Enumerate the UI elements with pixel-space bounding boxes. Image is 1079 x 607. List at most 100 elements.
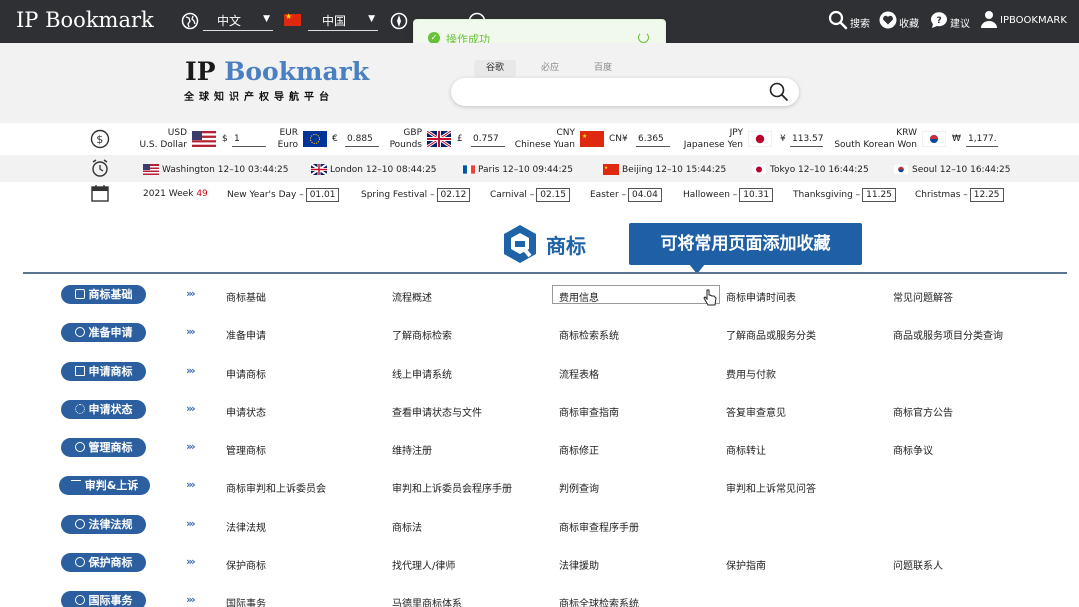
category-link[interactable]: 线上申请系统 xyxy=(392,366,452,381)
search-tab-baidu[interactable]: 百度 xyxy=(582,60,624,77)
category-link[interactable]: 商标争议 xyxy=(893,442,933,457)
category-link[interactable]: 商标全球检索系统 xyxy=(559,595,639,607)
category-link[interactable]: 国际事务 xyxy=(226,595,266,607)
category-button-protect[interactable]: 保护商标 xyxy=(61,553,146,572)
currency-symbol: CN¥ xyxy=(609,134,628,144)
category-link[interactable]: 审判和上诉委员会程序手册 xyxy=(392,480,512,495)
category-link[interactable]: 管理商标 xyxy=(226,442,266,457)
china-flag-icon: ★ xyxy=(603,164,619,175)
category-button-appeal[interactable]: 审判&上诉 xyxy=(59,476,150,495)
chevrons-right-icon: ››› xyxy=(186,517,196,530)
currency-input-krw[interactable]: 1,177. xyxy=(966,131,998,147)
category-link[interactable]: 申请商标 xyxy=(226,366,266,381)
category-link[interactable]: 审判和上诉常见问答 xyxy=(726,480,816,495)
category-link[interactable]: 商标修正 xyxy=(559,442,599,457)
holiday-name: Halloween – xyxy=(683,190,738,200)
site-logo[interactable]: IP Bookmark xyxy=(185,57,369,86)
holiday-date: 01.01 xyxy=(305,188,340,202)
currency-symbol: ¥ xyxy=(780,134,786,144)
category-link[interactable]: 问题联系人 xyxy=(893,557,943,572)
chevrons-right-icon: ››› xyxy=(186,287,196,300)
category-link[interactable]: 商标审查指南 xyxy=(559,404,619,419)
book-icon xyxy=(74,289,85,299)
category-link[interactable]: 保护指南 xyxy=(726,557,766,572)
china-flag-icon xyxy=(284,12,301,26)
category-button-status[interactable]: 申请状态 xyxy=(61,400,146,419)
category-link[interactable]: 准备申请 xyxy=(226,327,266,342)
category-button-manage[interactable]: 管理商标 xyxy=(61,438,146,457)
logo-subtitle: 全球知识产权导航平台 xyxy=(184,92,334,103)
category-link[interactable]: 答复审查意见 xyxy=(726,404,786,419)
category-link[interactable]: 查看申请状态与文件 xyxy=(392,404,482,419)
refresh-icon xyxy=(74,557,85,567)
category-link[interactable]: 马德里商标体系 xyxy=(392,595,462,607)
currency-input-jpy[interactable]: 113.57 xyxy=(790,131,823,147)
currency-input-eur[interactable]: 0.885 xyxy=(345,131,379,147)
category-link[interactable]: 商标官方公告 xyxy=(893,404,953,419)
category-link[interactable]: 法律援助 xyxy=(559,557,599,572)
people-icon xyxy=(74,519,85,529)
category-button-international[interactable]: 国际事务 xyxy=(61,591,146,607)
search-tab-bing[interactable]: 必应 xyxy=(529,60,571,77)
country-select[interactable]: 中国 ▼ xyxy=(308,11,378,31)
category-link[interactable]: 费用与付款 xyxy=(726,366,776,381)
category-link[interactable]: 流程表格 xyxy=(559,366,599,381)
search-icon[interactable] xyxy=(769,82,789,102)
currency-input-cny[interactable]: 6.365 xyxy=(636,131,670,147)
category-link[interactable]: 维持注册 xyxy=(392,442,432,457)
holiday-easter: Easter –04.04 xyxy=(590,188,662,202)
category-link[interactable]: 法律法规 xyxy=(226,519,266,534)
category-link[interactable]: 保护商标 xyxy=(226,557,266,572)
category-link[interactable]: 判例查询 xyxy=(559,480,599,495)
scales-icon xyxy=(70,480,81,490)
holiday-date: 02.15 xyxy=(536,188,571,202)
globe-icon xyxy=(181,12,199,30)
category-button-prepare[interactable]: 准备申请 xyxy=(61,323,146,342)
chevrons-right-icon: ››› xyxy=(186,593,196,606)
category-link[interactable]: 商标审判和上诉委员会 xyxy=(226,480,326,495)
category-link[interactable]: 商标法 xyxy=(392,519,422,534)
korea-flag-icon xyxy=(922,131,946,147)
category-link[interactable]: 商标申请时间表 xyxy=(726,289,796,304)
search-tab-google[interactable]: 谷歌 xyxy=(474,60,516,77)
clock-beijing: ★ Beijing 12–10 15:44:25 xyxy=(603,164,726,175)
category-link[interactable]: 商标审查程序手册 xyxy=(559,519,639,534)
category-link[interactable]: 商品或服务项目分类查询 xyxy=(893,327,1003,342)
category-button-law[interactable]: 法律法规 xyxy=(61,515,146,534)
category-link[interactable]: 商标转让 xyxy=(726,442,766,457)
category-link[interactable]: 流程概述 xyxy=(392,289,432,304)
category-link[interactable]: 找代理人/律师 xyxy=(392,557,455,572)
uk-flag-icon xyxy=(311,164,327,175)
currency-input-gbp[interactable]: 0.757 xyxy=(471,131,505,147)
chat-bubble-icon[interactable]: ? xyxy=(929,11,949,29)
search-icon[interactable] xyxy=(828,10,848,30)
heart-icon[interactable] xyxy=(879,11,897,29)
category-button-apply[interactable]: 申请商标 xyxy=(61,362,146,381)
category-link[interactable]: 常见问题解答 xyxy=(893,289,953,304)
search-link[interactable]: 搜索 xyxy=(850,15,870,30)
favorites-link[interactable]: 收藏 xyxy=(899,15,919,30)
category-link[interactable]: 费用信息 xyxy=(559,289,599,304)
suggest-link[interactable]: 建议 xyxy=(950,15,970,30)
japan-flag-icon xyxy=(748,131,772,147)
category-link[interactable]: 申请状态 xyxy=(226,404,266,419)
compass-icon[interactable] xyxy=(390,12,408,30)
china-flag-icon: ★ xyxy=(580,131,604,147)
category-link[interactable]: 了解商标检索 xyxy=(392,327,452,342)
search-input[interactable] xyxy=(451,78,799,106)
category-link[interactable]: 商标检索系统 xyxy=(559,327,619,342)
category-label: 准备申请 xyxy=(88,326,133,339)
currency-input-usd[interactable]: 1 xyxy=(232,131,266,147)
language-select[interactable]: 中文 ▼ xyxy=(203,11,273,31)
user-account-link[interactable]: IPBOOKMARK xyxy=(1000,15,1067,26)
category-link[interactable]: 了解商品或服务分类 xyxy=(726,327,816,342)
document-icon xyxy=(74,366,85,376)
holiday-date: 02.12 xyxy=(436,188,471,202)
brand-title[interactable]: IP Bookmark xyxy=(16,8,154,32)
category-button-basics[interactable]: 商标基础 xyxy=(61,285,146,304)
chevrons-right-icon: ››› xyxy=(186,440,196,453)
hand-pointer-icon xyxy=(703,289,717,306)
user-icon[interactable] xyxy=(980,10,998,28)
currency-symbol: ₩ xyxy=(952,134,961,144)
category-link[interactable]: 商标基础 xyxy=(226,289,266,304)
